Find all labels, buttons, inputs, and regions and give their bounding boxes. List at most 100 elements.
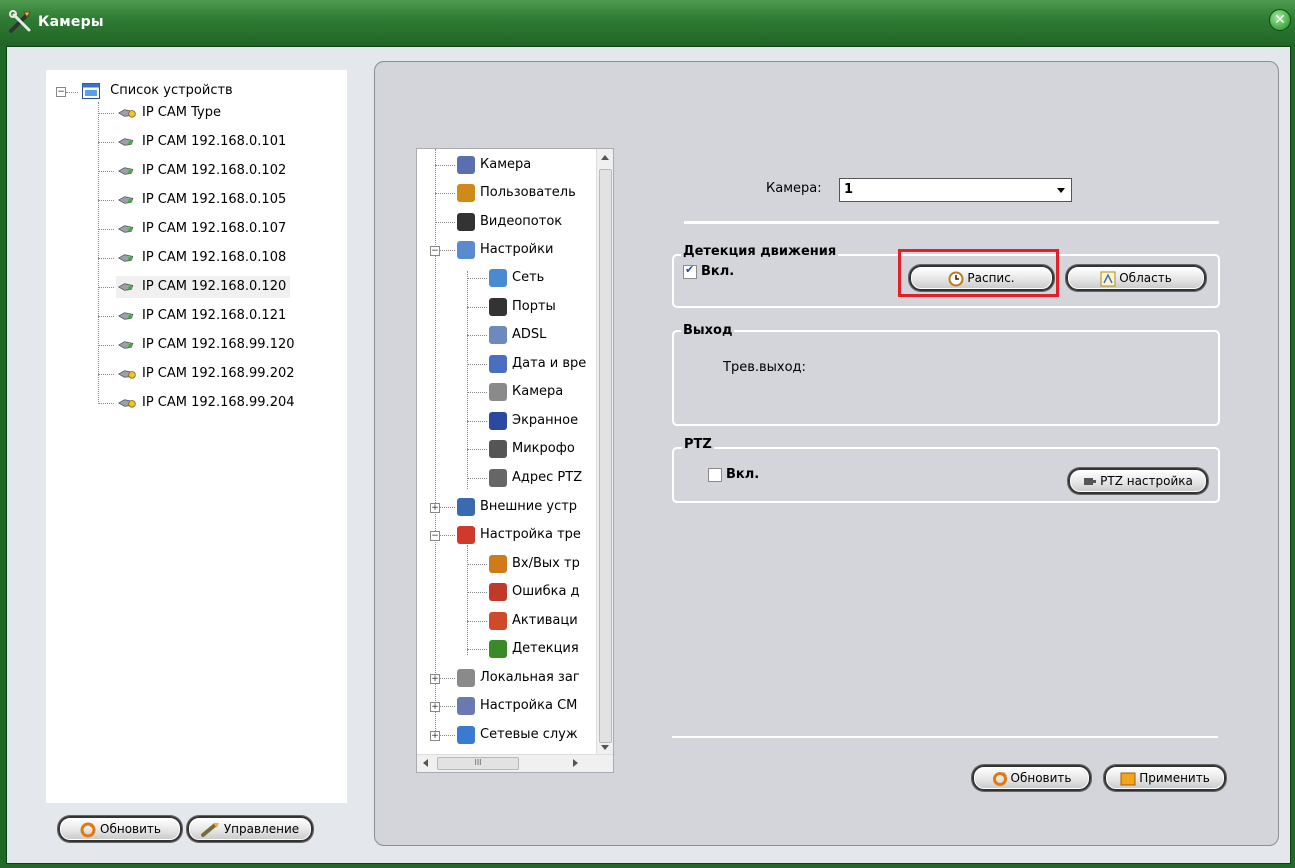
nav-label: Ошибка д xyxy=(512,584,580,599)
nav-label: Настройка тре xyxy=(480,527,581,542)
device-label: IP CAM 192.168.0.121 xyxy=(142,308,287,323)
device-item[interactable]: IP CAM 192.168.0.102 xyxy=(116,160,286,182)
camera-select[interactable]: 1 xyxy=(839,178,1072,202)
manage-label: Управление xyxy=(223,822,300,836)
device-item[interactable]: IP CAM 192.168.0.108 xyxy=(116,247,286,269)
tools-icon xyxy=(9,10,31,33)
camera-select-label: Камера: xyxy=(766,181,822,196)
device-label: IP CAM 192.168.0.105 xyxy=(142,192,287,207)
nav-icon xyxy=(489,325,507,344)
ptz-enable-checkbox[interactable]: Вкл. xyxy=(708,467,759,482)
nav-item[interactable]: ADSL xyxy=(489,324,546,346)
device-list-icon xyxy=(82,82,100,99)
nav-icon xyxy=(457,525,475,544)
nav-item[interactable]: Детекция xyxy=(489,638,579,660)
device-item[interactable]: IP CAM Type xyxy=(116,102,221,124)
motion-checkbox-box[interactable] xyxy=(683,263,697,279)
camera-icon xyxy=(117,282,134,291)
nav-icon xyxy=(489,411,507,430)
close-button[interactable]: ✕ xyxy=(1269,9,1291,31)
expand-toggle[interactable]: − xyxy=(430,246,440,256)
highlight-box xyxy=(898,249,1059,297)
device-label: IP CAM 192.168.0.107 xyxy=(142,221,287,236)
nav-icon xyxy=(457,668,475,687)
expand-toggle[interactable]: + xyxy=(430,702,440,712)
nav-label: Сетевые служ xyxy=(480,727,578,742)
ptz-camera-icon xyxy=(1084,477,1097,485)
camera-icon xyxy=(117,166,134,175)
nav-label: Сеть xyxy=(512,270,545,285)
nav-icon xyxy=(489,611,507,630)
left-refresh-button[interactable]: Обновить xyxy=(58,816,182,842)
refresh-icon xyxy=(992,771,1007,786)
nav-item[interactable]: Настройки xyxy=(457,239,553,261)
collapse-toggle[interactable]: − xyxy=(56,87,66,97)
ptz-title: PTZ xyxy=(682,437,714,452)
device-item[interactable]: IP CAM 192.168.0.107 xyxy=(116,218,286,240)
nav-item[interactable]: Видеопоток xyxy=(457,211,562,233)
nav-icon xyxy=(489,297,507,316)
device-item[interactable]: IP CAM 192.168.99.204 xyxy=(116,392,295,414)
nav-item[interactable]: Активаци xyxy=(489,610,578,632)
nav-icon xyxy=(489,439,507,458)
nav-icon xyxy=(457,155,475,174)
title-bar: Камеры ✕ xyxy=(0,0,1295,46)
device-item[interactable]: IP CAM 192.168.99.120 xyxy=(116,334,295,356)
apply-button[interactable]: Применить xyxy=(1104,765,1226,791)
manage-button[interactable]: Управление xyxy=(187,816,313,842)
device-list-label: Список устройств xyxy=(110,83,233,98)
nav-vertical-scrollbar[interactable] xyxy=(596,149,613,754)
nav-label: Порты xyxy=(512,299,556,314)
refresh-button[interactable]: Обновить xyxy=(972,765,1091,791)
nav-item[interactable]: Настройка тре xyxy=(457,524,581,546)
expand-toggle[interactable]: − xyxy=(430,531,440,541)
area-button[interactable]: Область xyxy=(1066,265,1206,291)
expand-toggle[interactable]: + xyxy=(430,674,440,684)
nav-icon xyxy=(457,725,475,744)
ptz-settings-button[interactable]: PTZ настройка xyxy=(1068,468,1208,494)
nav-label: Пользователь xyxy=(480,185,576,200)
camera-icon xyxy=(117,137,134,146)
camera-select-value: 1 xyxy=(844,182,854,197)
camera-icon xyxy=(117,253,134,262)
nav-item[interactable]: Пользователь xyxy=(457,182,576,204)
device-item[interactable]: IP CAM 192.168.0.121 xyxy=(116,305,286,327)
nav-label: Камера xyxy=(480,157,532,172)
nav-item[interactable]: Микрофо xyxy=(489,438,575,460)
device-item[interactable]: IP CAM 192.168.0.120 xyxy=(116,276,291,298)
nav-item[interactable]: Ошибка д xyxy=(489,581,580,603)
apply-icon xyxy=(1120,772,1136,785)
apply-label: Применить xyxy=(1139,771,1210,785)
nav-item[interactable]: Локальная заг xyxy=(457,667,580,689)
ptz-checkbox-box[interactable] xyxy=(708,467,722,482)
device-label: IP CAM 192.168.99.202 xyxy=(142,366,295,381)
nav-label: Детекция xyxy=(512,641,579,656)
expand-toggle[interactable]: + xyxy=(430,503,440,513)
device-list-root[interactable]: Список устройств xyxy=(82,80,233,102)
device-label: IP CAM 192.168.0.108 xyxy=(142,250,287,265)
nav-icon xyxy=(457,240,475,259)
expand-toggle[interactable]: + xyxy=(430,731,440,741)
camera-icon xyxy=(117,224,134,233)
nav-item[interactable]: Настройка СМ xyxy=(457,695,577,717)
nav-item[interactable]: Камера xyxy=(489,381,563,403)
camera-type-icon xyxy=(117,398,136,408)
nav-item[interactable]: Вх/Вых тр xyxy=(489,553,580,575)
nav-item[interactable]: Сетевые служ xyxy=(457,724,578,746)
nav-horizontal-scrollbar[interactable]: III xyxy=(417,754,613,772)
nav-label: Локальная заг xyxy=(480,670,580,685)
nav-item[interactable]: Камера xyxy=(457,154,531,176)
nav-label: Микрофо xyxy=(512,441,575,456)
nav-item[interactable]: Адрес PTZ xyxy=(489,467,582,489)
nav-item[interactable]: Дата и вре xyxy=(489,353,586,375)
nav-item[interactable]: Сеть xyxy=(489,267,544,289)
nav-label: Настройка СМ xyxy=(480,698,578,713)
device-item[interactable]: IP CAM 192.168.0.101 xyxy=(116,131,286,153)
nav-icon xyxy=(489,554,507,573)
device-item[interactable]: IP CAM 192.168.0.105 xyxy=(116,189,286,211)
nav-item[interactable]: Порты xyxy=(489,296,556,318)
device-item[interactable]: IP CAM 192.168.99.202 xyxy=(116,363,295,385)
nav-item[interactable]: Внешние устр xyxy=(457,496,577,518)
nav-item[interactable]: Экранное xyxy=(489,410,578,432)
motion-enable-checkbox[interactable]: Вкл. xyxy=(683,263,734,279)
